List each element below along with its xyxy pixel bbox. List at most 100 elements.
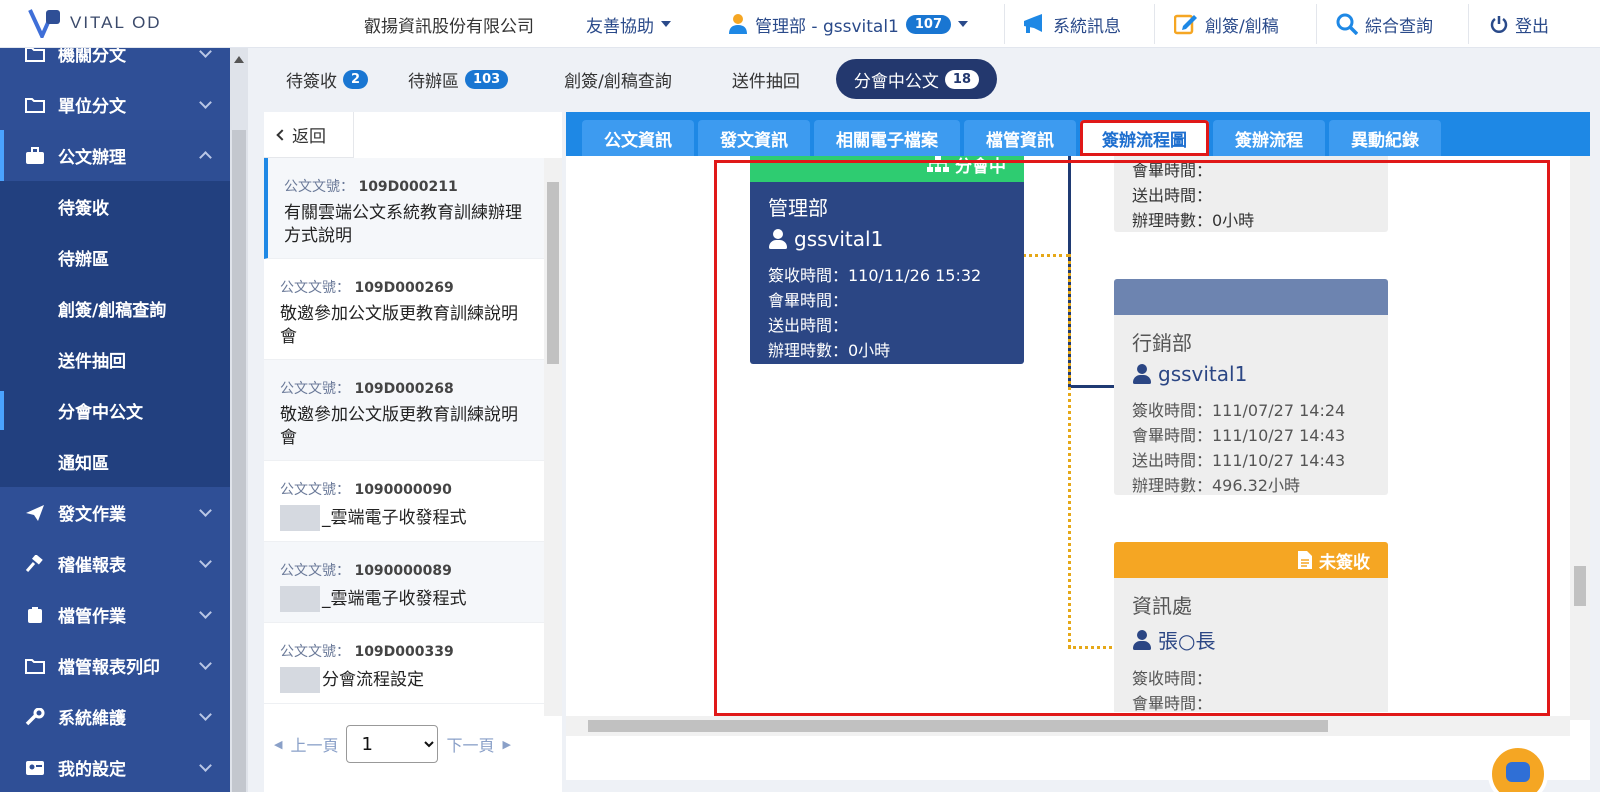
list-item[interactable]: 公文文號： 1090000090 _雲端電子收發程式	[264, 461, 544, 542]
chevron-down-icon	[958, 21, 968, 27]
logout-link[interactable]: 登出	[1490, 0, 1549, 48]
page-scrollbar[interactable]	[230, 48, 248, 792]
sidebar-item-document-processing[interactable]: 公文辦理	[0, 130, 230, 181]
caret-left-icon: ◀	[274, 737, 283, 751]
tab-badge: 103	[465, 69, 509, 89]
list-item[interactable]: 公文文號： 109D000339 分會流程設定	[264, 623, 544, 704]
gavel-icon	[24, 554, 46, 573]
chevron-down-icon	[199, 657, 212, 670]
divider	[1468, 4, 1469, 44]
tab-archive-info[interactable]: 檔管資訊	[964, 120, 1076, 156]
tab-badge: 2	[343, 69, 369, 89]
chevron-up-icon	[199, 151, 212, 164]
user-icon	[729, 14, 747, 34]
document-list-panel: 返回 公文文號： 109D000211 有關雲端公文系統教育訓練辦理方式說明 公…	[264, 112, 562, 792]
search-link[interactable]: 綜合查詢	[1336, 0, 1433, 48]
tab-label: 分會中公文	[853, 71, 939, 92]
sidebar-subitem-withdraw[interactable]: 送件抽回	[0, 334, 230, 385]
messages-link[interactable]: 系統訊息	[1022, 0, 1121, 48]
briefcase-icon	[24, 146, 46, 165]
tab-todo[interactable]: 待辦區 103	[390, 59, 526, 99]
chevron-left-icon	[276, 128, 288, 141]
sidebar-item-reminder-reports[interactable]: 稽催報表	[0, 538, 230, 589]
sidebar-item-label: 待辦區	[58, 250, 109, 270]
scroll-thumb[interactable]	[232, 130, 246, 792]
sidebar-item-archive-print[interactable]: 檔管報表列印	[0, 640, 230, 691]
doc-title: _雲端電子收發程式	[280, 505, 530, 531]
assist-menu[interactable]: 友善協助	[586, 0, 671, 48]
sidebar-item-dispatch-ops[interactable]: 發文作業	[0, 487, 230, 538]
sidebar-item-system-maintenance[interactable]: 系統維護	[0, 691, 230, 742]
list-item[interactable]: 公文文號： 109D000211 有關雲端公文系統教育訓練辦理方式說明	[264, 158, 544, 259]
tab-flow-chart[interactable]: 簽辦流程圖	[1080, 120, 1209, 156]
sidebar-item-label: 我的設定	[58, 760, 126, 780]
sidebar-subitem-in-meeting[interactable]: 分會中公文	[0, 385, 230, 436]
wrench-icon	[24, 707, 46, 726]
sidebar-submenu: 待簽收 待辦區 創簽/創稿查詢 送件抽回 分會中公文 通知區	[0, 181, 230, 487]
app-logo[interactable]: VITAL OD	[28, 8, 162, 38]
tab-withdraw[interactable]: 送件抽回	[714, 59, 818, 99]
content-tabs: 公文資訊 發文資訊 相關電子檔案 檔管資訊 簽辦流程圖 簽辦流程 異動紀錄	[566, 112, 1590, 156]
doc-number: 公文文號： 109D000339	[280, 644, 454, 660]
list-item[interactable]: 公文文號： 1090000089 _雲端電子收發程式	[264, 542, 544, 623]
tab-change-log[interactable]: 異動紀錄	[1329, 120, 1441, 156]
doc-number: 公文文號： 109D000269	[280, 280, 454, 296]
sidebar-subitem-compose-query[interactable]: 創簽/創稿查詢	[0, 283, 230, 334]
compose-link[interactable]: 創簽/創稿	[1174, 0, 1279, 48]
next-page-button[interactable]: 下一頁	[446, 732, 494, 756]
user-badge: 107	[905, 14, 951, 34]
scroll-thumb[interactable]	[547, 182, 559, 364]
sidebar: 機關分文 單位分文 公文辦理 待簽收 待辦區 創簽/創稿查詢 送件抽回 分會中公…	[0, 48, 230, 792]
doc-number: 公文文號： 109D000268	[280, 381, 454, 397]
tab-document-info[interactable]: 公文資訊	[582, 120, 694, 156]
sidebar-item-label: 系統維護	[58, 709, 126, 729]
sidebar-item-label: 檔管報表列印	[58, 658, 160, 678]
tab-flow-process[interactable]: 簽辦流程	[1213, 120, 1325, 156]
scroll-thumb[interactable]	[588, 720, 1328, 732]
sidebar-item-label: 機關分文	[58, 48, 126, 66]
chevron-down-icon	[199, 96, 212, 109]
sidebar-item-my-settings[interactable]: 我的設定	[0, 742, 230, 792]
redacted-block	[280, 667, 320, 693]
list-item[interactable]: 公文文號： 109D000268 敬邀參加公文版更教育訓練說明會	[264, 360, 544, 461]
company-name: 叡揚資訊股份有限公司	[364, 17, 534, 37]
doc-number: 公文文號： 1090000089	[280, 563, 452, 579]
sidebar-subitem-todo[interactable]: 待辦區	[0, 232, 230, 283]
list-item[interactable]: 公文文號： 109D000269 敬邀參加公文版更教育訓練說明會	[264, 259, 544, 360]
scroll-thumb[interactable]	[1574, 566, 1586, 606]
sidebar-item-label: 檔管作業	[58, 607, 126, 627]
doc-title: 敬邀參加公文版更教育訓練說明會	[280, 304, 518, 347]
list-scrollbar[interactable]	[544, 158, 562, 732]
sidebar-subitem-notifications[interactable]: 通知區	[0, 436, 230, 487]
doc-title: 有關雲端公文系統教育訓練辦理方式說明	[284, 203, 522, 246]
tab-in-meeting[interactable]: 分會中公文 18	[835, 59, 998, 99]
chevron-down-icon	[199, 606, 212, 619]
chevron-down-icon	[199, 759, 212, 772]
sidebar-item-label: 創簽/創稿查詢	[58, 301, 167, 321]
flow-vertical-scrollbar[interactable]	[1570, 156, 1590, 720]
tab-label: 送件抽回	[731, 71, 800, 92]
tab-compose-query[interactable]: 創簽/創稿查詢	[546, 59, 690, 99]
sidebar-item-label: 送件抽回	[58, 352, 126, 372]
chevron-down-icon	[199, 504, 212, 517]
prev-page-button[interactable]: 上一頁	[290, 732, 338, 756]
divider	[1316, 4, 1317, 44]
back-button[interactable]: 返回	[264, 112, 354, 158]
top-bar: VITAL OD 叡揚資訊股份有限公司 友善協助 管理部 - gssvital1…	[0, 0, 1600, 48]
user-menu[interactable]: 管理部 - gssvital1 107	[728, 0, 968, 48]
page-select[interactable]: 1	[346, 725, 439, 763]
chevron-down-icon	[199, 555, 212, 568]
scroll-up-icon[interactable]	[234, 56, 244, 63]
doc-number: 公文文號： 109D000211	[284, 179, 458, 195]
sidebar-item-archive-ops[interactable]: 檔管作業	[0, 589, 230, 640]
sidebar-item-agency-dispatch[interactable]: 機關分文	[0, 48, 230, 79]
flow-horizontal-scrollbar[interactable]	[566, 716, 1570, 736]
tab-related-files[interactable]: 相關電子檔案	[814, 120, 960, 156]
tab-badge: 18	[944, 69, 980, 89]
sidebar-subitem-pending-receive[interactable]: 待簽收	[0, 181, 230, 232]
doc-title: 敬邀參加公文版更教育訓練說明會	[280, 405, 518, 448]
sidebar-item-unit-dispatch[interactable]: 單位分文	[0, 79, 230, 130]
tab-dispatch-info[interactable]: 發文資訊	[698, 120, 810, 156]
chevron-down-icon	[661, 21, 671, 27]
tab-pending-receive[interactable]: 待簽收 2	[268, 59, 386, 99]
